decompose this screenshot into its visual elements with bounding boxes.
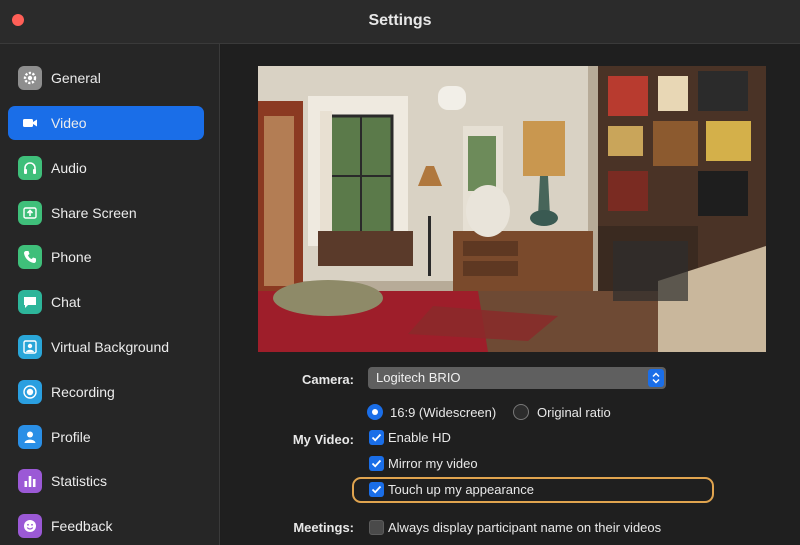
sidebar-item-label: Feedback <box>51 518 113 534</box>
sidebar-item-share-screen[interactable]: Share Screen <box>8 196 204 230</box>
sidebar-item-general[interactable]: General <box>8 61 204 95</box>
camera-label: Camera: <box>301 372 354 387</box>
meetings-label: Meetings: <box>293 520 354 535</box>
sidebar-item-label: Chat <box>51 294 81 310</box>
title-bar: Settings <box>0 0 800 44</box>
gear-icon <box>18 66 42 90</box>
smiley-icon <box>18 514 42 538</box>
sidebar-item-phone[interactable]: Phone <box>8 240 204 274</box>
sidebar-item-video[interactable]: Video <box>8 106 204 140</box>
sidebar-item-statistics[interactable]: Statistics <box>8 464 204 498</box>
enable-hd-checkbox[interactable] <box>369 430 384 445</box>
sidebar-item-label: Video <box>51 115 87 131</box>
sidebar-item-feedback[interactable]: Feedback <box>8 509 204 543</box>
sidebar-item-audio[interactable]: Audio <box>8 151 204 185</box>
mirror-video-label: Mirror my video <box>388 456 478 471</box>
video-settings-panel: Camera: Logitech BRIO My Video: 16:9 (Wi… <box>221 44 800 545</box>
person-icon <box>18 425 42 449</box>
chevron-up-down-icon <box>648 369 664 387</box>
headphones-icon <box>18 156 42 180</box>
sidebar-item-recording[interactable]: Recording <box>8 375 204 409</box>
always-display-name-label: Always display participant name on their… <box>388 520 662 535</box>
record-icon <box>18 380 42 404</box>
sidebar-item-label: Audio <box>51 160 87 176</box>
sidebar-item-label: Profile <box>51 429 91 445</box>
always-display-name-checkbox[interactable] <box>369 520 384 535</box>
camera-select[interactable]: Logitech BRIO <box>368 367 666 389</box>
sidebar-item-label: Virtual Background <box>51 339 170 355</box>
my-video-label: My Video: <box>292 432 354 447</box>
sidebar-item-chat[interactable]: Chat <box>8 285 204 319</box>
virtual-background-icon <box>18 335 42 359</box>
sidebar-item-label: Statistics <box>51 473 108 489</box>
touch-up-label: Touch up my appearance <box>388 482 534 497</box>
enable-hd-label: Enable HD <box>388 430 451 445</box>
bar-chart-icon <box>18 469 42 493</box>
window-title: Settings <box>368 12 432 29</box>
mirror-video-checkbox[interactable] <box>369 456 384 471</box>
share-screen-icon <box>18 201 42 225</box>
sidebar-item-virtual-background[interactable]: Virtual Background <box>8 330 204 364</box>
sidebar-item-label: General <box>51 70 101 86</box>
camera-select-value: Logitech BRIO <box>376 370 461 385</box>
settings-sidebar: General Video Audio Share Screen Phone C… <box>0 44 220 545</box>
widescreen-radio[interactable] <box>367 404 383 420</box>
phone-icon <box>18 245 42 269</box>
original-ratio-radio[interactable] <box>513 404 529 420</box>
sidebar-item-label: Share Screen <box>51 205 137 221</box>
camera-preview <box>258 66 766 352</box>
video-camera-icon <box>18 111 42 135</box>
original-ratio-label: Original ratio <box>537 405 611 420</box>
sidebar-item-profile[interactable]: Profile <box>8 420 204 454</box>
touch-up-checkbox[interactable] <box>369 482 384 497</box>
sidebar-item-label: Recording <box>51 384 115 400</box>
chat-bubble-icon <box>18 290 42 314</box>
sidebar-item-label: Phone <box>51 249 92 265</box>
widescreen-label: 16:9 (Widescreen) <box>390 405 497 420</box>
